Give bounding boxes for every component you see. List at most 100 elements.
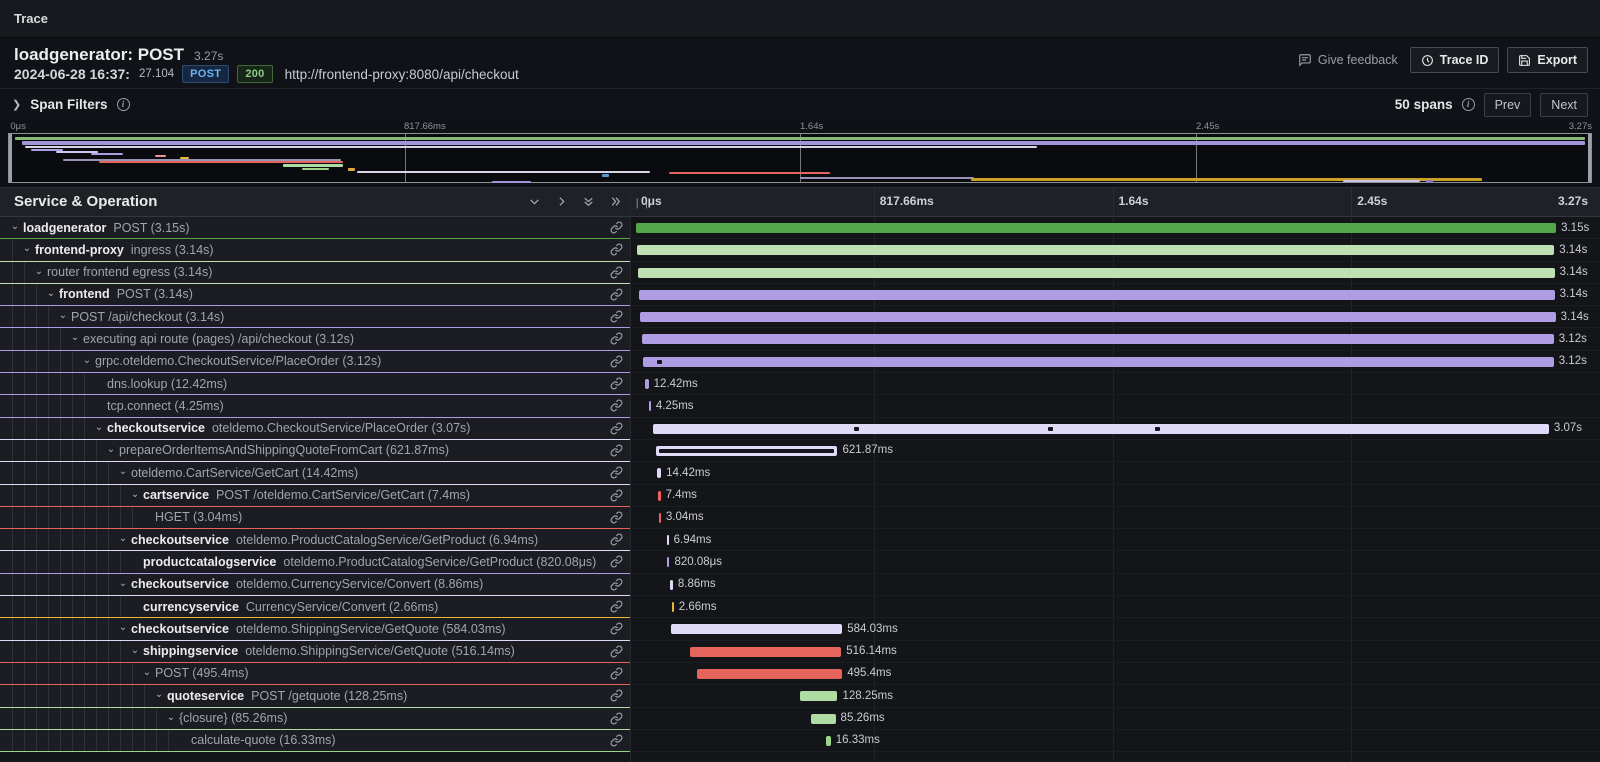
span-link-icon[interactable]: [610, 466, 623, 484]
span-link-icon[interactable]: [610, 533, 623, 551]
span-link-icon[interactable]: [610, 266, 623, 284]
span-link-icon[interactable]: [610, 355, 623, 373]
span-link-icon[interactable]: [610, 667, 623, 685]
span-bar[interactable]: [690, 647, 841, 657]
collapse-chevron-icon[interactable]: ⌄: [116, 533, 130, 544]
span-link-icon[interactable]: [610, 243, 623, 261]
span-timeline-cell[interactable]: 3.14s: [630, 262, 1600, 284]
collapse-chevron-icon[interactable]: ⌄: [92, 422, 106, 433]
collapse-chevron-icon[interactable]: ⌄: [104, 444, 118, 455]
span-bar[interactable]: [642, 334, 1554, 344]
span-timeline-cell[interactable]: 85.26ms: [630, 708, 1600, 730]
span-timeline-cell[interactable]: 128.25ms: [630, 685, 1600, 707]
span-link-icon[interactable]: [610, 555, 623, 573]
expand-one-icon[interactable]: [555, 195, 568, 208]
span-timeline-cell[interactable]: 3.14s: [630, 284, 1600, 306]
span-name-cell[interactable]: ⌄POST /api/checkout (3.14s): [0, 306, 630, 328]
prev-button[interactable]: Prev: [1484, 93, 1532, 117]
span-name-cell[interactable]: ⌄grpc.oteldemo.CheckoutService/PlaceOrde…: [0, 351, 630, 373]
span-bar[interactable]: [667, 535, 669, 545]
span-filters-toggle[interactable]: ❯ Span Filters i: [12, 97, 130, 112]
span-name-cell[interactable]: ⌄router frontend egress (3.14s): [0, 262, 630, 284]
trace-minimap[interactable]: [8, 133, 1592, 183]
span-timeline-cell[interactable]: 7.4ms: [630, 485, 1600, 507]
span-name-cell[interactable]: HGET (3.04ms): [0, 507, 630, 529]
span-name-cell[interactable]: ⌄shippingserviceoteldemo.ShippingService…: [0, 641, 630, 663]
span-timeline-cell[interactable]: 3.12s: [630, 351, 1600, 373]
span-timeline-cell[interactable]: 14.42ms: [630, 462, 1600, 484]
span-link-icon[interactable]: [610, 578, 623, 596]
span-link-icon[interactable]: [610, 377, 623, 395]
collapse-chevron-icon[interactable]: ⌄: [8, 221, 22, 232]
span-bar[interactable]: [697, 669, 842, 679]
collapse-chevron-icon[interactable]: ⌄: [68, 332, 82, 343]
span-link-icon[interactable]: [610, 622, 623, 640]
span-bar[interactable]: [659, 513, 661, 523]
span-name-cell[interactable]: currencyserviceCurrencyService/Convert (…: [0, 596, 630, 618]
span-link-icon[interactable]: [610, 310, 623, 328]
span-name-cell[interactable]: ⌄checkoutserviceoteldemo.ProductCatalogS…: [0, 529, 630, 551]
span-link-icon[interactable]: [610, 511, 623, 529]
span-link-icon[interactable]: [610, 332, 623, 350]
span-timeline-cell[interactable]: 3.14s: [630, 306, 1600, 328]
span-bar[interactable]: [653, 424, 1549, 434]
span-bar[interactable]: [645, 379, 649, 389]
span-name-cell[interactable]: ⌄POST (495.4ms): [0, 663, 630, 685]
span-name-cell[interactable]: ⌄checkoutserviceoteldemo.CheckoutService…: [0, 418, 630, 440]
span-bar[interactable]: [640, 312, 1556, 322]
span-name-cell[interactable]: ⌄quoteservicePOST /getquote (128.25ms): [0, 685, 630, 707]
span-bar[interactable]: [658, 491, 660, 501]
span-bar[interactable]: [636, 223, 1556, 233]
span-name-cell[interactable]: ⌄loadgeneratorPOST (3.15s): [0, 217, 630, 239]
minimap-left-handle[interactable]: [9, 134, 12, 182]
collapse-chevron-icon[interactable]: ⌄: [116, 466, 130, 477]
span-timeline-cell[interactable]: 820.08μs: [630, 551, 1600, 573]
span-bar[interactable]: [638, 268, 1555, 278]
span-name-cell[interactable]: dns.lookup (12.42ms): [0, 373, 630, 395]
span-link-icon[interactable]: [610, 712, 623, 730]
collapse-all-icon[interactable]: [582, 195, 595, 208]
span-timeline-cell[interactable]: 516.14ms: [630, 641, 1600, 663]
span-name-cell[interactable]: ⌄prepareOrderItemsAndShippingQuoteFromCa…: [0, 440, 630, 462]
span-bar[interactable]: [811, 714, 836, 724]
span-link-icon[interactable]: [610, 734, 623, 752]
span-name-cell[interactable]: ⌄oteldemo.CartService/GetCart (14.42ms): [0, 462, 630, 484]
collapse-chevron-icon[interactable]: ⌄: [44, 288, 58, 299]
collapse-chevron-icon[interactable]: ⌄: [116, 578, 130, 589]
span-name-cell[interactable]: productcatalogserviceoteldemo.ProductCat…: [0, 551, 630, 573]
span-bar[interactable]: [672, 602, 674, 612]
span-bar[interactable]: [671, 624, 842, 634]
span-timeline-cell[interactable]: 6.94ms: [630, 529, 1600, 551]
span-name-cell[interactable]: ⌄{closure} (85.26ms): [0, 708, 630, 730]
span-bar[interactable]: [637, 245, 1554, 255]
span-bar[interactable]: [643, 357, 1554, 367]
collapse-chevron-icon[interactable]: ⌄: [56, 310, 70, 321]
minimap-right-handle[interactable]: [1588, 134, 1591, 182]
collapse-chevron-icon[interactable]: ⌄: [80, 355, 94, 366]
span-link-icon[interactable]: [610, 444, 623, 462]
span-link-icon[interactable]: [610, 645, 623, 663]
span-bar[interactable]: [667, 557, 669, 567]
collapse-chevron-icon[interactable]: ⌄: [32, 266, 46, 277]
span-bar[interactable]: [657, 468, 661, 478]
span-name-cell[interactable]: ⌄checkoutserviceoteldemo.ShippingService…: [0, 618, 630, 640]
span-bar[interactable]: [670, 580, 673, 590]
span-bar[interactable]: [639, 290, 1555, 300]
collapse-chevron-icon[interactable]: ⌄: [128, 489, 142, 500]
collapse-chevron-icon[interactable]: ⌄: [20, 243, 34, 254]
collapse-one-icon[interactable]: [528, 195, 541, 208]
span-link-icon[interactable]: [610, 600, 623, 618]
span-timeline-cell[interactable]: 2.66ms: [630, 596, 1600, 618]
expand-all-icon[interactable]: [609, 195, 622, 208]
span-name-cell[interactable]: ⌄checkoutserviceoteldemo.CurrencyService…: [0, 574, 630, 596]
span-name-cell[interactable]: ⌄executing api route (pages) /api/checko…: [0, 328, 630, 350]
span-link-icon[interactable]: [610, 288, 623, 306]
span-bar[interactable]: [649, 401, 651, 411]
span-link-icon[interactable]: [610, 489, 623, 507]
span-timeline-cell[interactable]: 3.14s: [630, 239, 1600, 261]
span-timeline-cell[interactable]: 8.86ms: [630, 574, 1600, 596]
span-link-icon[interactable]: [610, 422, 623, 440]
span-timeline-cell[interactable]: 12.42ms: [630, 373, 1600, 395]
span-link-icon[interactable]: [610, 689, 623, 707]
trace-id-button[interactable]: Trace ID: [1410, 47, 1500, 73]
